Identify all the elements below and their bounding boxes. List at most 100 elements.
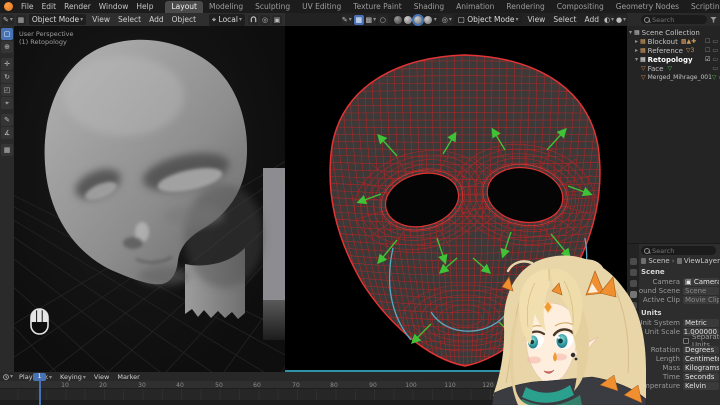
exclude-checkbox-icon[interactable]: ☑ <box>705 56 710 63</box>
tab-texture-paint[interactable]: Texture Paint <box>347 1 407 13</box>
tool-select-box[interactable]: ▢ <box>1 28 13 40</box>
texture-icon[interactable]: ▩ ▾ <box>365 14 376 25</box>
tool-scale[interactable]: ◰ <box>1 84 13 96</box>
expander-icon[interactable]: ▸ <box>633 47 640 54</box>
snap-toggle-icon[interactable]: ▦ <box>353 14 364 25</box>
expander-icon[interactable]: ▾ <box>633 56 640 63</box>
tool-annotate[interactable]: ✎ <box>1 114 13 126</box>
row-label: Reference <box>647 46 683 55</box>
tool-measure[interactable]: ∡ <box>1 127 13 139</box>
mass-dropdown[interactable]: Kilograms <box>683 363 719 372</box>
menu-help[interactable]: Help <box>132 2 157 11</box>
tool-cursor[interactable]: ⊕ <box>1 41 13 53</box>
expander-icon[interactable]: ▸ <box>633 38 640 45</box>
tab-compositing[interactable]: Compositing <box>551 1 610 13</box>
tab-modeling[interactable]: Modeling <box>203 1 249 13</box>
background-scene-field[interactable]: Scene <box>683 286 719 295</box>
menu-object[interactable]: Object <box>168 15 200 24</box>
tab-uv-editing[interactable]: UV Editing <box>296 1 347 13</box>
viewport-visibility-icon[interactable]: ▭ <box>712 38 718 45</box>
overlay-dropdown-icon[interactable]: ◐ ▾ <box>604 14 614 25</box>
viewport-visibility-icon[interactable]: ▭ <box>712 65 718 72</box>
tab-shading[interactable]: Shading <box>408 1 450 13</box>
editor-type-icon[interactable]: ✎ ▾ <box>2 14 14 25</box>
collection-icon: ▦ <box>640 56 646 63</box>
time-dropdown[interactable]: Seconds <box>683 372 719 381</box>
tab-rendering[interactable]: Rendering <box>500 1 550 13</box>
expander-icon[interactable]: ▾ <box>627 29 634 36</box>
menu-view[interactable]: View <box>88 15 114 24</box>
length-dropdown[interactable]: Centimeters <box>683 354 719 363</box>
outliner-row-scene-collection[interactable]: ▾ ▦ Scene Collection <box>627 28 720 37</box>
exclude-checkbox-icon[interactable]: ☐ <box>705 47 710 54</box>
breadcrumb-viewlayer[interactable]: ViewLayer <box>684 257 720 265</box>
menu-file[interactable]: File <box>17 2 38 11</box>
current-frame-line[interactable] <box>39 381 41 405</box>
object-preview-icons: ▩▲✚ <box>680 38 697 45</box>
menu-edit[interactable]: Edit <box>38 2 61 11</box>
menu-select[interactable]: Select <box>549 15 580 24</box>
menu-keying[interactable]: Keying▾ <box>56 373 90 381</box>
menu-view[interactable]: View <box>524 15 550 24</box>
active-tool-icon[interactable]: ✎ ▾ <box>341 14 352 25</box>
outliner-row-face[interactable]: ▽ Face ▽ ▭ <box>627 64 720 73</box>
menu-add[interactable]: Add <box>145 15 168 24</box>
proportional-editing-icon[interactable]: ◎ <box>260 14 270 25</box>
separate-units-checkbox[interactable] <box>683 337 689 344</box>
transform-orientation-dropdown[interactable]: ⌖ Local ▾ <box>208 13 245 26</box>
frame-tick: 60 <box>253 382 261 389</box>
tool-rotate[interactable]: ↻ <box>1 71 13 83</box>
unit-system-dropdown[interactable]: Metric <box>683 318 719 327</box>
viewport-3d-sculpt[interactable]: User Perspective (1) Retopology <box>14 26 285 372</box>
outliner-search-input[interactable] <box>652 15 704 24</box>
shading-rendered-icon[interactable] <box>423 15 432 24</box>
tool-move[interactable]: ✛ <box>1 58 13 70</box>
object-mode-dropdown[interactable]: Object Mode ▾ <box>28 14 87 25</box>
exclude-checkbox-icon[interactable]: ☐ <box>705 38 710 45</box>
snap-magnet-icon[interactable] <box>248 14 258 25</box>
viewport-visibility-icon[interactable]: ▭ <box>712 47 718 54</box>
menu-render[interactable]: Render <box>60 2 95 11</box>
active-clip-field[interactable]: Movie Clip <box>683 295 719 304</box>
modifier-icon[interactable]: ▽ <box>712 74 717 81</box>
tab-animation[interactable]: Animation <box>450 1 500 13</box>
tool-add-primitive[interactable]: ▦ <box>1 144 13 156</box>
temperature-dropdown[interactable]: Kelvin <box>683 381 719 390</box>
current-frame-label[interactable]: 1 <box>33 372 46 381</box>
tab-scripting[interactable]: Scripting <box>685 1 720 13</box>
object-mode-dropdown[interactable]: ▢ Object Mode ▾ <box>454 14 522 25</box>
tab-layout[interactable]: Layout <box>165 0 203 13</box>
filter-funnel-icon[interactable] <box>710 16 717 23</box>
outliner-search[interactable] <box>641 15 707 24</box>
tab-sculpting[interactable]: Sculpting <box>249 1 296 13</box>
menu-select[interactable]: Select <box>114 15 145 24</box>
properties-search[interactable] <box>641 246 716 255</box>
workspace-tabs: Layout Modeling Sculpting UV Editing Tex… <box>165 0 720 13</box>
frame-tick: 10 <box>61 382 69 389</box>
overlays-icon[interactable]: ▣ <box>272 14 282 25</box>
editor-type-icon[interactable]: ▾ <box>2 373 15 380</box>
menu-marker[interactable]: Marker <box>113 373 143 381</box>
blender-logo-icon[interactable] <box>4 2 13 11</box>
viewport-visibility-icon[interactable]: ▭ <box>712 56 718 63</box>
outliner-row-retopology[interactable]: ▾ ▦ Retopology ☑ ▭ <box>627 55 720 64</box>
mass-row: Mass Kilograms <box>639 363 719 372</box>
shading-wireframe-icon[interactable] <box>393 15 402 24</box>
shading-material-icon[interactable] <box>411 13 424 26</box>
gizmo-icon[interactable]: ◎ ▾ <box>442 14 452 25</box>
menu-view[interactable]: View <box>90 373 113 381</box>
tool-transform[interactable]: ⌖ <box>1 97 13 109</box>
camera-field[interactable]: ▣ Camera <box>683 277 719 286</box>
shading-dropdown-icon[interactable]: ● ▾ <box>616 14 626 25</box>
tab-geometry-nodes[interactable]: Geometry Nodes <box>610 1 685 13</box>
menu-add[interactable]: Add <box>580 15 603 24</box>
shading-solid-icon[interactable] <box>403 15 412 24</box>
outliner-row-reference[interactable]: ▸ ▦ Reference ▽3 ☐ ▭ <box>627 46 720 55</box>
menu-window[interactable]: Window <box>95 2 133 11</box>
rotation-dropdown[interactable]: Degrees <box>683 345 719 354</box>
outliner-row-blockout[interactable]: ▸ ▦ Blockout ▩▲✚ ☐ ▭ <box>627 37 720 46</box>
properties-search-input[interactable] <box>652 246 712 255</box>
xray-icon[interactable]: ○ <box>377 14 388 25</box>
outliner-row-merged-mihrage[interactable]: ▽ Merged_Mihrage_001 ▽▭ <box>627 73 720 82</box>
breadcrumb-scene[interactable]: Scene <box>648 257 669 265</box>
